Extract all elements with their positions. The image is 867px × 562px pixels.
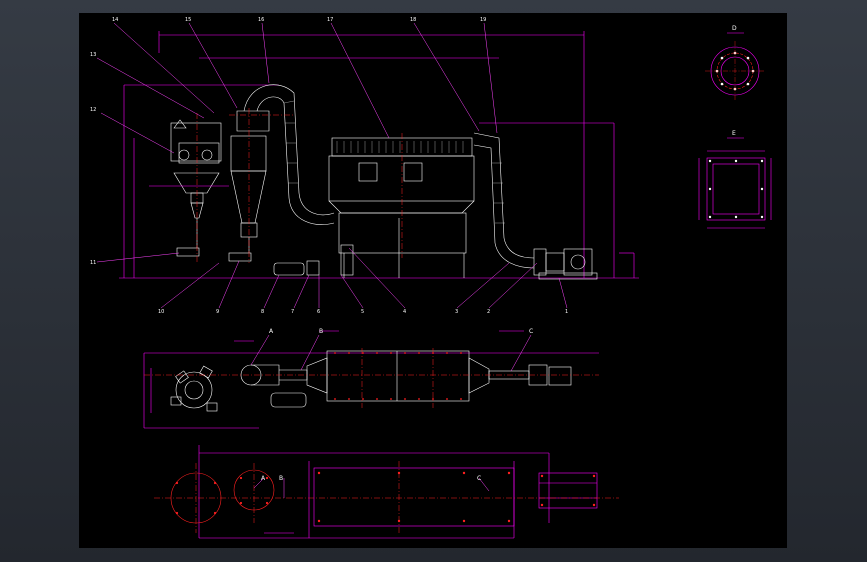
plan-view: A B C: [143, 328, 599, 429]
callout-8: 8: [261, 309, 264, 315]
duct-bend: [243, 84, 335, 225]
foundation-b-label: B: [279, 475, 283, 482]
callout-13: 13: [90, 52, 96, 58]
foundation-dimensions: [198, 445, 598, 539]
detail-view-e: E: [698, 130, 772, 229]
plan-dots: [334, 352, 462, 400]
foundation-a-label: A: [261, 475, 266, 482]
callout-18: 18: [410, 17, 416, 23]
fan-and-motor: [533, 248, 598, 280]
foundation-section-leaders: [253, 477, 490, 498]
left-cyclone-group: [149, 119, 229, 257]
callout-11: 11: [90, 260, 96, 266]
callout-17: 17: [327, 17, 333, 23]
plan-equipment: [170, 350, 572, 412]
cad-drawing: 14 15 16 17 18 19 13 12 11 10 9 8 7 6 5 …: [90, 17, 772, 539]
section-b-label: B: [319, 328, 323, 335]
callout-19: 19: [480, 17, 486, 23]
callout-12: 12: [90, 107, 96, 113]
view-label-e: E: [732, 130, 736, 137]
callout-1: 1: [565, 309, 568, 315]
elevation-view: 14 15 16 17 18 19 13 12 11 10 9 8 7 6 5 …: [90, 17, 639, 315]
section-c-label: C: [529, 328, 533, 335]
callout-7: 7: [291, 309, 294, 315]
callout-4: 4: [403, 309, 406, 315]
outlet-duct: [473, 132, 535, 269]
callout-5: 5: [361, 309, 364, 315]
blower-unit: [273, 244, 354, 276]
plan-outline: [143, 330, 599, 429]
callout-3: 3: [455, 309, 458, 315]
anchor-bolts: [175, 471, 596, 523]
callout-2: 2: [487, 309, 490, 315]
callout-15: 15: [185, 17, 191, 23]
callout-9: 9: [216, 309, 219, 315]
section-a-label: A: [269, 328, 274, 335]
callout-leaders: [96, 22, 568, 309]
foundation-c-label: C: [477, 475, 481, 482]
foundation-view: A B C: [154, 445, 619, 539]
drawing-canvas[interactable]: 14 15 16 17 18 19 13 12 11 10 9 8 7 6 5 …: [79, 13, 787, 548]
elevation-centerlines: [196, 108, 403, 263]
view-label-d: D: [732, 25, 737, 32]
detail-view-d: D: [705, 25, 765, 101]
callout-6: 6: [317, 309, 320, 315]
callout-14: 14: [112, 17, 118, 23]
bag-filter-house: [328, 137, 475, 278]
callout-10: 10: [158, 309, 164, 315]
plan-centerlines: [144, 348, 599, 408]
foundation-circles: [170, 469, 275, 524]
callout-16: 16: [258, 17, 264, 23]
